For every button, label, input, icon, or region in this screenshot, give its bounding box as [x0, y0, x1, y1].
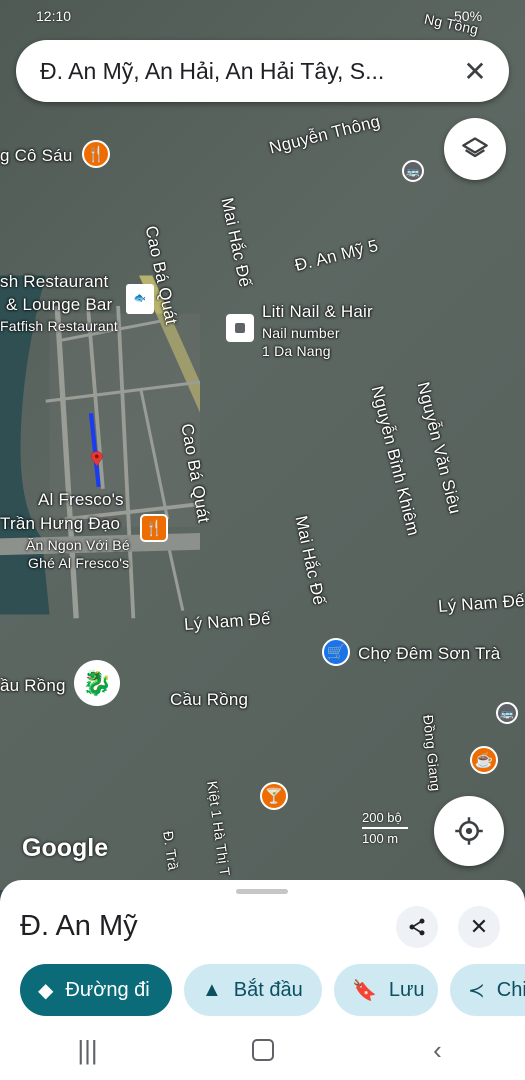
- restaurant-icon[interactable]: 🍴: [82, 140, 110, 168]
- close-icon[interactable]: ✕: [453, 49, 497, 93]
- directions-icon: ◆: [38, 979, 54, 1002]
- map-view[interactable]: 12:10 50% Nguyễn Thông Mai Hắc Đế Đ. An …: [0, 0, 525, 890]
- share-chip-button[interactable]: ≺ Chi: [450, 964, 525, 1016]
- street-label: Mai Hắc Đế: [217, 196, 255, 289]
- poi-sublabel: Ghé Al Fresco's: [28, 555, 130, 571]
- my-location-button[interactable]: [434, 796, 504, 866]
- poi-label[interactable]: & Lounge Bar: [6, 295, 112, 315]
- bus-stop-icon[interactable]: 🚌: [496, 702, 518, 724]
- river-water: [0, 275, 200, 619]
- system-nav-bar: ||| ‹: [0, 1020, 525, 1080]
- close-sheet-button[interactable]: ✕: [458, 906, 500, 948]
- street-label: Mai Hắc Đế: [291, 514, 329, 607]
- street-label: Đồng Giang: [420, 714, 445, 792]
- bus-stop-icon[interactable]: 🚌: [402, 160, 424, 182]
- map-scale: 200 bộ 100 m: [362, 810, 408, 846]
- poi-sublabel: Fatfish Restaurant: [0, 318, 118, 334]
- scale-feet-label: 200 bộ: [362, 810, 402, 825]
- street-label: Nguyễn Văn Siêu: [413, 380, 465, 516]
- navigation-icon: ▲: [202, 978, 222, 1001]
- bar-icon[interactable]: 🍸: [260, 782, 288, 810]
- save-button[interactable]: 🔖 Lưu: [334, 964, 438, 1016]
- recent-apps-icon[interactable]: |||: [58, 1028, 118, 1072]
- directions-button[interactable]: ◆ Đường đi: [20, 964, 172, 1016]
- business-marker-icon[interactable]: [226, 314, 254, 342]
- street-label: Đ. An Mỹ 5: [292, 235, 381, 276]
- start-label: Bắt đầu: [233, 978, 303, 1001]
- poi-label[interactable]: g Cô Sáu: [0, 146, 72, 166]
- dragon-bridge-photo-icon[interactable]: 🐉: [74, 660, 120, 706]
- google-logo: Google: [22, 834, 109, 862]
- fatfish-logo-icon[interactable]: 🐟: [126, 284, 154, 314]
- search-query[interactable]: Đ. An Mỹ, An Hải, An Hải Tây, S...: [40, 58, 453, 85]
- poi-sublabel: Ăn Ngon Với Bé: [26, 537, 130, 553]
- save-label: Lưu: [388, 978, 425, 1001]
- drag-handle[interactable]: [236, 889, 288, 894]
- cafe-icon[interactable]: ☕: [470, 746, 498, 774]
- street-label: Nguyễn Thông: [267, 111, 383, 158]
- poi-label[interactable]: Al Fresco's: [38, 490, 124, 510]
- poi-sublabel: Nail number: [262, 325, 340, 341]
- shopping-cart-icon[interactable]: 🛒: [322, 638, 350, 666]
- restaurant-icon[interactable]: 🍴: [140, 514, 168, 542]
- share-label: Chi: [496, 978, 525, 1001]
- start-button[interactable]: ▲ Bắt đầu: [184, 964, 322, 1016]
- street-label: Lý Nam Đế: [437, 590, 525, 617]
- crosshair-icon: [455, 817, 483, 845]
- poi-sublabel: 1 Da Nang: [262, 343, 331, 359]
- poi-label[interactable]: Liti Nail & Hair: [262, 302, 373, 322]
- share-button[interactable]: [396, 906, 438, 948]
- directions-label: Đường đi: [65, 978, 150, 1001]
- share-icon: [409, 918, 425, 936]
- share-icon: ≺: [468, 979, 485, 1002]
- status-time: 12:10: [36, 8, 72, 24]
- poi-label[interactable]: Trần Hưng Đạo: [0, 514, 120, 534]
- place-title: Đ. An Mỹ: [20, 910, 138, 942]
- poi-label[interactable]: Chợ Đêm Sơn Trà: [358, 644, 500, 664]
- scale-meters-label: 100 m: [362, 831, 399, 846]
- poi-label[interactable]: sh Restaurant: [0, 272, 108, 292]
- street-label: Nguyễn Bỉnh Khiêm: [367, 384, 424, 538]
- back-icon[interactable]: ‹: [408, 1028, 468, 1072]
- street-label: Kiệt 1 Hà Thị T: [204, 780, 234, 878]
- home-icon[interactable]: [233, 1028, 293, 1072]
- bookmark-icon: 🔖: [352, 979, 377, 1002]
- close-icon: ✕: [469, 914, 489, 939]
- layers-icon: [462, 137, 488, 158]
- search-bar[interactable]: Đ. An Mỹ, An Hải, An Hải Tây, S... ✕: [16, 40, 509, 102]
- layers-button[interactable]: [444, 118, 506, 180]
- street-label: Cầu Rồng: [170, 690, 249, 709]
- poi-label[interactable]: ầu Rồng: [0, 676, 66, 696]
